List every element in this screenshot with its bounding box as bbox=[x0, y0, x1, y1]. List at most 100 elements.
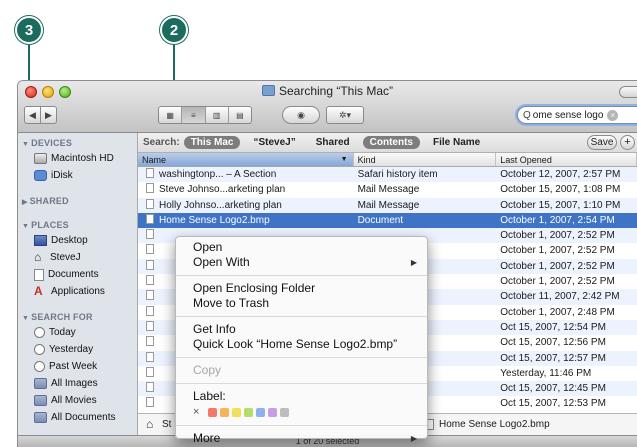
search-input-value: ome sense logo bbox=[532, 109, 604, 121]
menu-item-get-info[interactable]: Get Info bbox=[176, 322, 427, 337]
sidebar-item-desktop[interactable]: Desktop bbox=[18, 232, 137, 249]
home-icon: ⌂ bbox=[146, 417, 154, 431]
file-icon bbox=[146, 213, 154, 224]
label-color-swatch[interactable] bbox=[244, 407, 254, 417]
eye-icon: ◉ bbox=[297, 109, 305, 120]
column-header-last-opened[interactable]: Last Opened bbox=[496, 153, 637, 166]
cell-kind: Document bbox=[357, 214, 404, 226]
file-icon bbox=[146, 366, 154, 377]
disclosure-triangle-icon: ▶ bbox=[22, 199, 28, 206]
cell-last-opened: Oct 15, 2007, 12:57 PM bbox=[500, 352, 606, 364]
path-bar-root[interactable]: ⌂ St bbox=[146, 417, 171, 431]
disclosure-triangle-icon: ▼ bbox=[22, 223, 30, 230]
file-icon bbox=[146, 198, 154, 209]
desktop-icon bbox=[34, 235, 47, 246]
submenu-arrow-icon: ▶ bbox=[410, 434, 417, 443]
menu-item-open[interactable]: Open bbox=[176, 240, 427, 255]
sidebar-item-stevej[interactable]: ⌂ SteveJ bbox=[18, 249, 137, 266]
action-menu-button[interactable]: ✲▾ bbox=[326, 106, 364, 124]
save-search-button[interactable]: Save bbox=[587, 135, 617, 150]
label-color-swatch[interactable] bbox=[268, 407, 278, 417]
cell-name: washingtonp... – A Section bbox=[138, 167, 354, 182]
sidebar-section-shared[interactable]: ▶ SHARED bbox=[18, 194, 137, 208]
quick-look-button[interactable]: ◉ bbox=[282, 106, 320, 124]
column-header-kind[interactable]: Kind bbox=[354, 153, 497, 166]
sidebar-item-applications[interactable]: A Applications bbox=[18, 283, 137, 300]
cell-name: Home Sense Logo2.bmp bbox=[138, 213, 354, 228]
menu-item-move-to-trash[interactable]: Move to Trash bbox=[176, 296, 427, 311]
sidebar-item-all-images[interactable]: All Images bbox=[18, 375, 137, 392]
menu-item-more[interactable]: More ▶ bbox=[176, 431, 427, 446]
sidebar-item-macintosh-hd[interactable]: Macintosh HD bbox=[18, 150, 137, 167]
label-color-swatch[interactable] bbox=[280, 407, 290, 417]
sidebar-item-today[interactable]: Today bbox=[18, 324, 137, 341]
sidebar-item-all-movies[interactable]: All Movies bbox=[18, 392, 137, 409]
file-icon bbox=[146, 290, 154, 301]
toolbar-toggle-button[interactable] bbox=[619, 86, 637, 98]
file-icon bbox=[146, 305, 154, 316]
sidebar-item-idisk[interactable]: iDisk bbox=[18, 167, 137, 184]
column-view-button[interactable]: ▥ bbox=[206, 107, 229, 123]
home-icon: ⌂ bbox=[34, 250, 42, 264]
menu-item-quick-look[interactable]: Quick Look “Home Sense Logo2.bmp” bbox=[176, 337, 427, 352]
back-button[interactable]: ◀ bbox=[24, 106, 41, 124]
cell-last-opened: Oct 15, 2007, 12:45 PM bbox=[500, 383, 606, 395]
cell-last-opened: October 15, 2007, 1:10 PM bbox=[500, 199, 621, 211]
disclosure-triangle-icon: ▼ bbox=[22, 315, 30, 322]
cell-last-opened: Oct 15, 2007, 12:53 PM bbox=[500, 398, 606, 407]
label-color-swatch[interactable] bbox=[220, 407, 230, 417]
icon-view-button[interactable]: ▦ bbox=[159, 107, 183, 123]
cell-last-opened: October 1, 2007, 2:48 PM bbox=[500, 306, 615, 318]
cell-name: Holly Johnso...arketing plan bbox=[138, 198, 354, 213]
scope-stevej[interactable]: “SteveJ” bbox=[246, 136, 302, 149]
sidebar-section-search-for[interactable]: ▼ SEARCH FOR bbox=[18, 310, 137, 324]
list-view-button[interactable]: ≡ bbox=[182, 107, 206, 123]
criteria-contents[interactable]: Contents bbox=[362, 136, 420, 149]
forward-icon: ▶ bbox=[45, 109, 52, 120]
table-row[interactable]: Holly Johnso...arketing plan Mail Message… bbox=[138, 197, 637, 213]
cell-kind: Safari history item bbox=[357, 169, 438, 180]
table-row[interactable]: Home Sense Logo2.bmp Document October 1, 2… bbox=[138, 212, 637, 229]
menu-item-open-enclosing-folder[interactable]: Open Enclosing Folder bbox=[176, 281, 427, 296]
forward-button[interactable]: ▶ bbox=[40, 106, 57, 124]
cell-last-opened: Yesterday, 11:46 PM bbox=[500, 367, 592, 379]
sidebar-item-past-week[interactable]: Past Week bbox=[18, 358, 137, 375]
path-bar-file[interactable]: Home Sense Logo2.bmp bbox=[425, 419, 550, 430]
label-color-swatch[interactable] bbox=[232, 407, 242, 417]
table-row[interactable]: Steve Johnso...arketing plan Mail Message… bbox=[138, 182, 637, 197]
sidebar-section-devices[interactable]: ▼ DEVICES bbox=[18, 136, 137, 150]
callout-3-line bbox=[28, 45, 30, 85]
scope-this-mac[interactable]: This Mac bbox=[183, 136, 241, 149]
file-icon bbox=[146, 259, 154, 270]
menu-item-open-with[interactable]: Open With ▶ bbox=[176, 255, 427, 270]
label-color-swatch[interactable] bbox=[208, 407, 218, 417]
clear-search-icon[interactable]: × bbox=[607, 109, 619, 121]
menu-label-heading: Label: bbox=[193, 389, 226, 403]
sidebar-item-yesterday[interactable]: Yesterday bbox=[18, 341, 137, 358]
label-color-swatch[interactable] bbox=[256, 407, 266, 417]
file-icon bbox=[146, 168, 154, 178]
smart-folder-icon bbox=[34, 412, 47, 423]
add-criteria-button[interactable]: + bbox=[620, 135, 635, 150]
disclosure-triangle-icon: ▼ bbox=[22, 141, 30, 148]
sidebar-item-all-documents[interactable]: All Documents bbox=[18, 409, 137, 426]
file-icon bbox=[146, 275, 154, 286]
search-scope-label: Search: bbox=[143, 137, 180, 148]
cell-last-opened: Oct 15, 2007, 12:54 PM bbox=[500, 321, 606, 333]
column-header-name[interactable]: Name ▼ bbox=[138, 153, 354, 166]
coverflow-view-button[interactable]: ▤ bbox=[229, 107, 251, 123]
sort-descending-icon: ▼ bbox=[340, 156, 348, 163]
title-bar: Searching “This Mac” ◀ ▶ ▦ ≡ ▥ ▤ ◉ ✲▾ Q … bbox=[18, 81, 637, 133]
sidebar-section-places[interactable]: ▼ PLACES bbox=[18, 218, 137, 232]
search-input[interactable]: Q ome sense logo × bbox=[517, 106, 637, 124]
criteria-file-name[interactable]: File Name bbox=[426, 136, 487, 149]
file-icon bbox=[146, 183, 154, 194]
sidebar-item-documents[interactable]: Documents bbox=[18, 266, 137, 283]
label-none-icon[interactable]: × bbox=[193, 406, 199, 418]
scope-shared[interactable]: Shared bbox=[309, 136, 357, 149]
list-header: Name ▼ Kind Last Opened bbox=[138, 153, 637, 167]
menu-separator bbox=[176, 425, 427, 426]
table-row[interactable]: washingtonp... – A Section Safari history… bbox=[138, 167, 637, 183]
cell-last-opened: October 1, 2007, 2:52 PM bbox=[500, 245, 615, 257]
cell-last-opened: October 11, 2007, 2:42 PM bbox=[500, 291, 620, 303]
